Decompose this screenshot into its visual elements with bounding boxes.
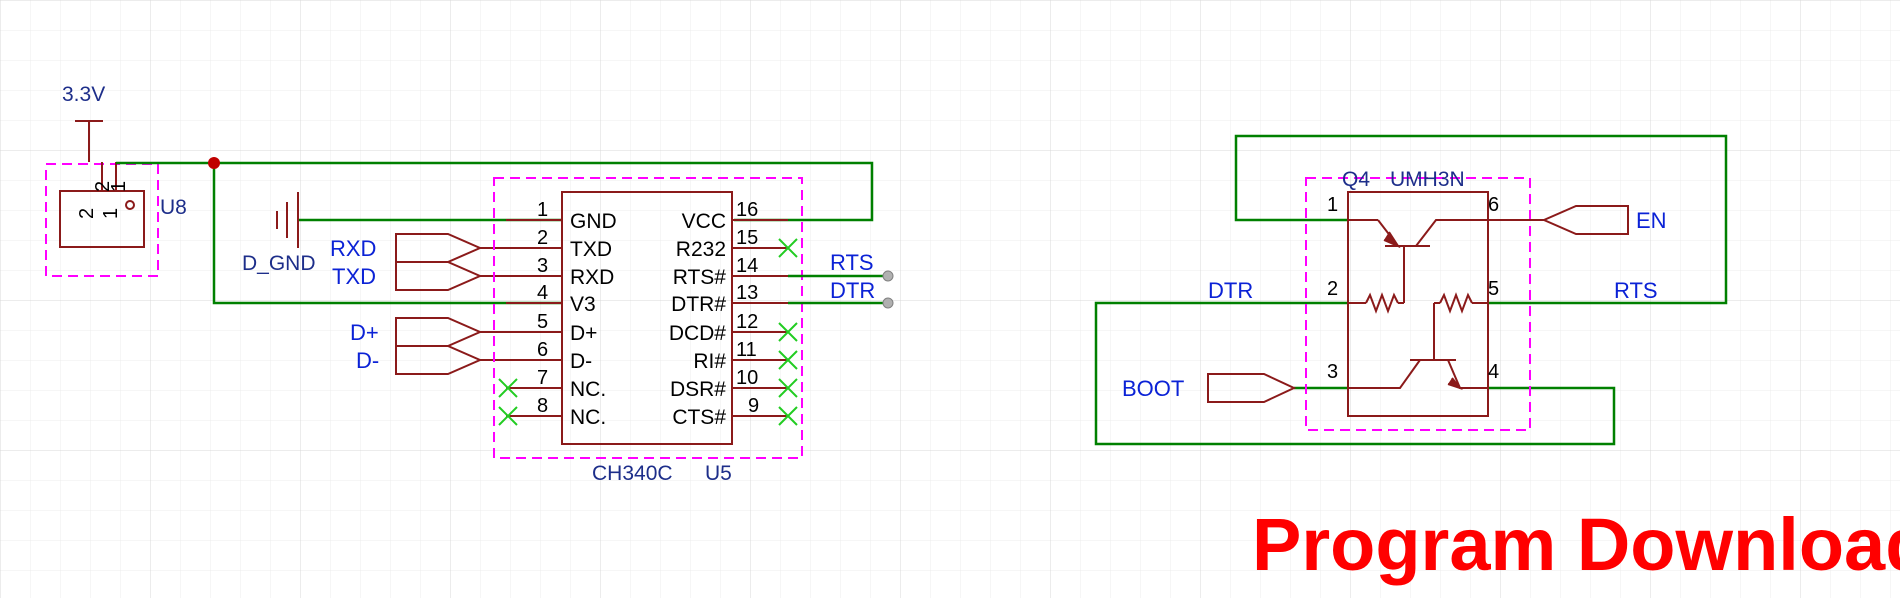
u5-pin-num: 16 — [736, 199, 758, 221]
u5-pin-name: D+ — [570, 322, 597, 345]
q4-pin-num: 4 — [1488, 361, 1499, 383]
port-boot-label: BOOT — [1122, 376, 1184, 401]
power-3v3-label: 3.3V — [62, 83, 105, 106]
u5-pin-name: DTR# — [671, 293, 726, 316]
u8-designator: U8 — [160, 196, 187, 219]
junction-dot — [208, 157, 220, 169]
u5-pin-name: D- — [570, 350, 592, 373]
port-en-label: EN — [1636, 208, 1667, 233]
u5-pin-name: RI# — [693, 350, 726, 373]
q4-part-label: UMH3N — [1390, 168, 1465, 191]
u5-pin-name: V3 — [570, 293, 596, 316]
u5-pin-num: 13 — [736, 282, 758, 304]
port-txd-label: TXD — [332, 264, 376, 289]
u5-pin-name: DCD# — [669, 322, 726, 345]
u5-pin-name: DSR# — [670, 378, 726, 401]
u5-pin-num: 7 — [537, 367, 548, 389]
u8-pin1-num: 1 — [108, 181, 130, 192]
u5-pin-num: 12 — [736, 311, 758, 333]
port-dp-label: D+ — [350, 320, 379, 345]
port-dm-label: D- — [356, 348, 379, 373]
u5-pin-num: 3 — [537, 255, 548, 277]
u5-pin-num: 6 — [537, 339, 548, 361]
u5-pin-name: RXD — [570, 266, 614, 289]
u5-pin-num: 2 — [537, 227, 548, 249]
u5-pin-name: VCC — [682, 210, 726, 233]
u5-pin-num: 11 — [736, 339, 757, 361]
u5-pin-num: 8 — [537, 395, 548, 417]
u5-pin-name: CTS# — [672, 406, 726, 429]
u5-pin-num: 5 — [537, 311, 548, 333]
u5-pin-num: 4 — [537, 282, 548, 304]
u5-pin-name: NC. — [570, 406, 606, 429]
schematic-canvas: 3.3V 2 1 2 1 U8 D_GND RXD TXD D+ D- 1 2 … — [0, 0, 1900, 598]
q4-designator: Q4 — [1342, 168, 1370, 191]
net-rts-terminal — [882, 270, 894, 282]
u5-designator: U5 — [705, 462, 732, 485]
u5-pin-name: R232 — [676, 238, 726, 261]
u5-pin-num: 10 — [736, 367, 758, 389]
page-title: Program Download — [1252, 503, 1900, 586]
q4-pin-num: 1 — [1327, 194, 1338, 216]
net-rts-label: RTS — [830, 250, 874, 275]
q4-pin-num: 5 — [1488, 278, 1499, 300]
u5-part-label: CH340C — [592, 462, 673, 485]
u5-pin-num: 1 — [537, 199, 548, 221]
q4-pin-num: 6 — [1488, 194, 1499, 216]
u5-pin-num: 15 — [736, 227, 758, 249]
u5-pin-num: 9 — [748, 395, 759, 417]
net-rts-q4-label: RTS — [1614, 278, 1658, 303]
port-rxd-label: RXD — [330, 236, 376, 261]
u5-pin-name: GND — [570, 210, 617, 233]
gnd-label: D_GND — [242, 252, 316, 275]
u5-pin-num: 14 — [736, 255, 758, 277]
net-dtr-label: DTR — [830, 278, 875, 303]
net-dtr-terminal — [882, 297, 894, 309]
q4-pin-num: 2 — [1327, 278, 1338, 300]
u5-pin-name: NC. — [570, 378, 606, 401]
u5-pin-name: RTS# — [673, 266, 727, 289]
u5-pin-name: TXD — [570, 238, 612, 261]
u8-body-pin2: 2 — [76, 208, 98, 219]
net-dtr-q4-label: DTR — [1208, 278, 1253, 303]
u8-body-pin1: 1 — [100, 208, 122, 219]
q4-pin-num: 3 — [1327, 361, 1338, 383]
